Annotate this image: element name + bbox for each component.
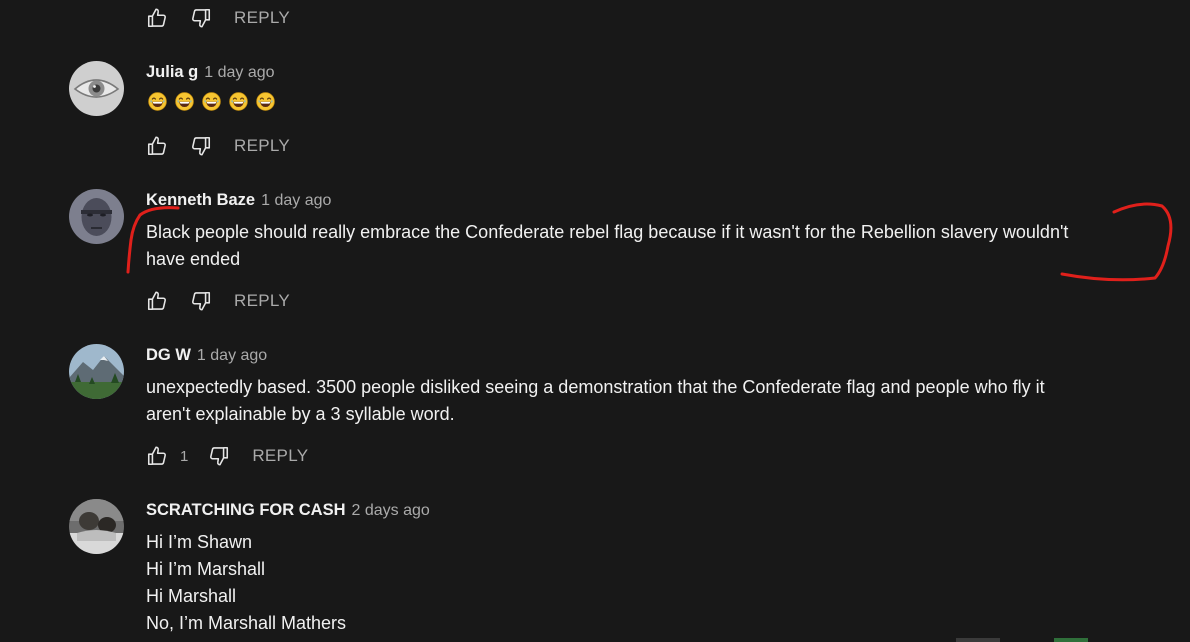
comment-text-line: Hi I’m Shawn — [146, 532, 253, 552]
comment-header: Julia g 1 day ago — [146, 63, 275, 82]
timestamp[interactable]: 1 day ago — [261, 192, 331, 210]
reply-button[interactable]: REPLY — [234, 136, 290, 156]
comment-actions: 1 REPLY — [146, 444, 308, 468]
reply-button[interactable]: REPLY — [234, 8, 290, 28]
comment-text-line: unexpectedly based. 3500 people disliked… — [146, 377, 1045, 397]
avatar[interactable] — [69, 499, 124, 554]
mountain-avatar-icon — [69, 344, 124, 399]
comment-actions: REPLY — [146, 289, 290, 313]
reply-button[interactable]: REPLY — [252, 446, 308, 466]
thumbs-down-icon[interactable] — [190, 290, 212, 312]
comment-text-line: Black people should really embrace the C… — [146, 222, 1069, 242]
avatar[interactable] — [69, 344, 124, 399]
thumbs-down-icon[interactable] — [190, 135, 212, 157]
face-avatar-icon — [69, 189, 124, 244]
comment-text-line: Hi I’m Marshall — [146, 559, 266, 579]
bottom-edge-element — [956, 638, 1000, 642]
thumbs-up-icon[interactable] — [146, 290, 168, 312]
comment-actions: REPLY — [146, 134, 290, 158]
avatar[interactable] — [69, 189, 124, 244]
bottom-edge-element — [1054, 638, 1088, 642]
comment-text-line: have ended — [146, 249, 241, 269]
reply-button[interactable]: REPLY — [234, 291, 290, 311]
author-name[interactable]: DG W — [146, 346, 191, 365]
laughing-emoji-icon — [229, 92, 248, 111]
thumbs-up-icon[interactable] — [146, 7, 168, 29]
laughing-emoji-icon — [202, 92, 221, 111]
timestamp[interactable]: 1 day ago — [197, 347, 267, 365]
avatar[interactable] — [69, 61, 124, 116]
comment-body: Hi I’m Shawn Hi I’m Marshall Hi Marshall… — [146, 529, 1176, 637]
timestamp[interactable]: 1 day ago — [204, 64, 274, 82]
comment-header: DG W 1 day ago — [146, 346, 267, 365]
author-name[interactable]: SCRATCHING FOR CASH — [146, 501, 346, 520]
comment-header: Kenneth Baze 1 day ago — [146, 191, 331, 210]
comment-text-line: aren't explainable by a 3 syllable word. — [146, 404, 455, 424]
author-name[interactable]: Kenneth Baze — [146, 191, 255, 210]
thumbs-up-icon[interactable] — [146, 445, 168, 467]
comment-text-line: No, I’m Marshall Mathers — [146, 613, 347, 633]
author-name[interactable]: Julia g — [146, 63, 198, 82]
laughing-emoji-icon — [256, 92, 275, 111]
thumbs-up-icon[interactable] — [146, 135, 168, 157]
comment-actions-top: REPLY — [146, 6, 290, 30]
comment-emoji — [148, 92, 275, 111]
laughing-emoji-icon — [175, 92, 194, 111]
thumbs-down-icon[interactable] — [208, 445, 230, 467]
laughing-emoji-icon — [148, 92, 167, 111]
comment-body: unexpectedly based. 3500 people disliked… — [146, 374, 1176, 428]
comment-header: SCRATCHING FOR CASH 2 days ago — [146, 501, 430, 520]
like-count: 1 — [180, 447, 189, 465]
comment-body: Black people should really embrace the C… — [146, 219, 1176, 273]
timestamp[interactable]: 2 days ago — [352, 502, 430, 520]
comment-text-line: Hi Marshall — [146, 586, 237, 606]
photo-avatar-icon — [69, 499, 124, 554]
thumbs-down-icon[interactable] — [190, 7, 212, 29]
eye-avatar-icon — [69, 61, 124, 116]
